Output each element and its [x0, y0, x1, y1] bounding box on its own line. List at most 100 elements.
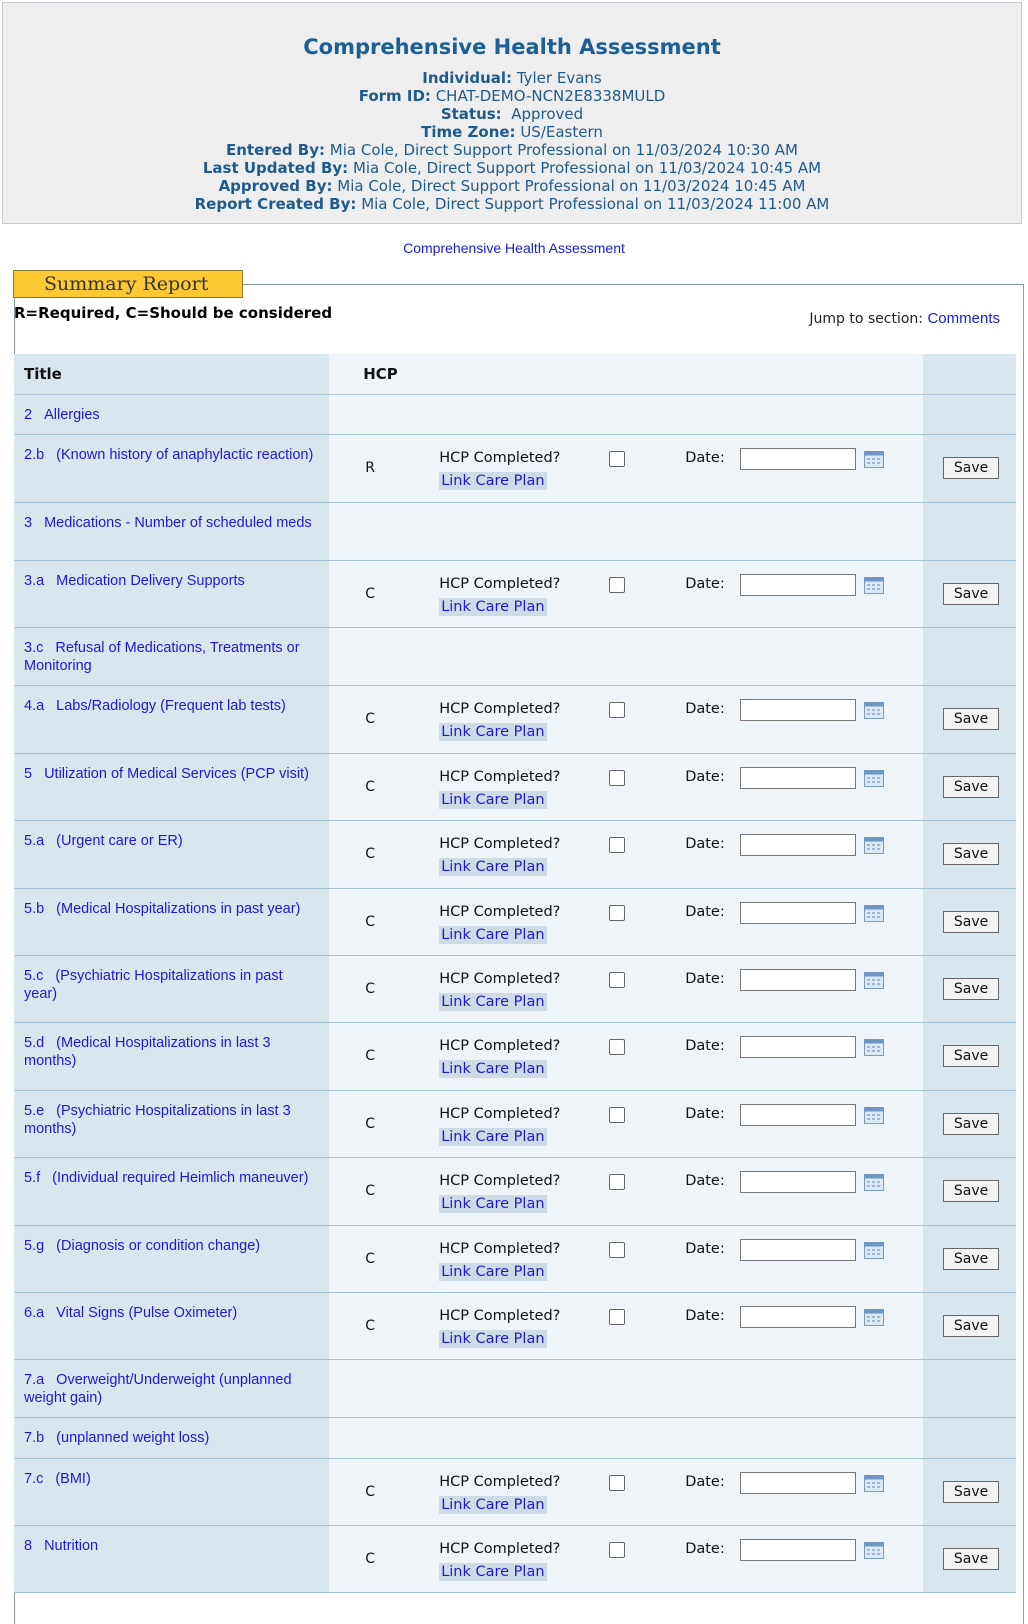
comments-link[interactable]: Comments [927, 310, 1000, 327]
row-title[interactable]: 2.b (Known history of anaphylactic reacti… [14, 435, 329, 464]
hcp-completed-checkbox[interactable] [609, 1242, 626, 1258]
hcp-completed-checkbox[interactable] [609, 1542, 626, 1558]
row-title[interactable]: 5.g (Diagnosis or condition change) [14, 1226, 329, 1255]
row-title[interactable]: 8 Nutrition [14, 1526, 329, 1555]
hcp-completed-checkbox[interactable] [609, 905, 626, 921]
link-care-plan-link[interactable]: Link Care Plan [439, 1330, 547, 1348]
status-value: Approved [511, 105, 584, 123]
hcp-completed-checkbox[interactable] [609, 770, 626, 786]
link-care-plan-link[interactable]: Link Care Plan [439, 1496, 547, 1514]
row-title[interactable]: 5.f (Individual required Heimlich maneuve… [14, 1158, 329, 1187]
row-title-text: Nutrition [44, 1538, 99, 1554]
link-care-plan-link[interactable]: Link Care Plan [439, 791, 547, 809]
row-title[interactable]: 5.b (Medical Hospitalizations in past yea… [14, 889, 329, 918]
date-input[interactable] [740, 1036, 857, 1058]
hcp-completed-checkbox[interactable] [609, 577, 626, 593]
calendar-icon[interactable] [864, 1541, 885, 1559]
date-input[interactable] [740, 834, 857, 856]
hcp-completed-checkbox[interactable] [609, 1309, 626, 1325]
calendar-icon[interactable] [864, 1308, 885, 1326]
calendar-icon[interactable] [864, 769, 885, 787]
calendar-icon[interactable] [864, 450, 885, 468]
date-input[interactable] [740, 1472, 857, 1494]
date-input[interactable] [740, 1239, 857, 1261]
row-title[interactable]: 5.c (Psychiatric Hospitalizations in past… [14, 956, 329, 1003]
link-care-plan-link[interactable]: Link Care Plan [439, 858, 547, 876]
save-button[interactable]: Save [943, 843, 1000, 865]
calendar-icon[interactable] [864, 904, 885, 922]
row-title[interactable]: 4.a Labs/Radiology (Frequent lab tests) [14, 686, 329, 715]
calendar-icon[interactable] [864, 836, 885, 854]
hcp-completed-checkbox[interactable] [609, 1107, 626, 1123]
row-title[interactable]: 3.a Medication Delivery Supports [14, 561, 329, 590]
calendar-icon[interactable] [864, 1173, 885, 1191]
hcp-completed-checkbox[interactable] [609, 1039, 626, 1055]
row-title[interactable]: 5.e (Psychiatric Hospitalizations in last… [14, 1091, 329, 1138]
calendar-icon[interactable] [864, 971, 885, 989]
save-button[interactable]: Save [943, 978, 1000, 1000]
calendar-icon[interactable] [864, 1241, 885, 1259]
row-title[interactable]: 7.c (BMI) [14, 1459, 329, 1488]
hcp-completed-label: HCP Completed? [439, 1173, 561, 1189]
link-care-plan-link[interactable]: Link Care Plan [439, 723, 547, 741]
row-title[interactable]: 7.a Overweight/Underweight (unplanned wei… [14, 1360, 329, 1407]
hcp-completed-checkbox[interactable] [609, 972, 626, 988]
date-input[interactable] [740, 574, 857, 596]
table-row: 4.a Labs/Radiology (Frequent lab tests) C H… [14, 685, 1016, 754]
row-title[interactable]: 2 Allergies [14, 395, 329, 424]
link-care-plan-link[interactable]: Link Care Plan [439, 926, 547, 944]
date-input[interactable] [740, 1539, 857, 1561]
date-input[interactable] [740, 1306, 857, 1328]
hcp-completed-checkbox[interactable] [609, 1475, 626, 1491]
link-care-plan-link[interactable]: Link Care Plan [439, 993, 547, 1011]
hcp-completed-checkbox[interactable] [609, 837, 626, 853]
calendar-icon[interactable] [864, 1474, 885, 1492]
date-label: Date: [685, 836, 725, 852]
date-input[interactable] [740, 699, 857, 721]
row-title[interactable]: 3 Medications - Number of scheduled meds [14, 503, 329, 532]
link-care-plan-link[interactable]: Link Care Plan [439, 1195, 547, 1213]
calendar-icon[interactable] [864, 1106, 885, 1124]
save-button[interactable]: Save [943, 457, 1000, 479]
save-button[interactable]: Save [943, 776, 1000, 798]
date-input[interactable] [740, 1171, 857, 1193]
hcp-completed-checkbox[interactable] [609, 702, 626, 718]
link-care-plan-link[interactable]: Link Care Plan [439, 472, 547, 490]
hcp-completed-checkbox[interactable] [609, 451, 626, 467]
date-input[interactable] [740, 969, 857, 991]
link-care-plan-link[interactable]: Link Care Plan [439, 1563, 547, 1581]
date-input[interactable] [740, 1104, 857, 1126]
date-input[interactable] [740, 902, 857, 924]
calendar-icon[interactable] [864, 1038, 885, 1056]
calendar-icon[interactable] [864, 701, 885, 719]
date-input[interactable] [740, 767, 857, 789]
date-label: Date: [685, 1173, 725, 1189]
hcp-completed-label: HCP Completed? [439, 904, 561, 920]
save-button[interactable]: Save [943, 1248, 1000, 1270]
calendar-icon[interactable] [864, 576, 885, 594]
link-care-plan-link[interactable]: Link Care Plan [439, 598, 547, 616]
form-title-link[interactable]: Comprehensive Health Assessment [0, 240, 1028, 256]
save-button[interactable]: Save [943, 1180, 1000, 1202]
save-button[interactable]: Save [943, 1481, 1000, 1503]
row-title[interactable]: 5.a (Urgent care or ER) [14, 821, 329, 850]
save-button[interactable]: Save [943, 1315, 1000, 1337]
link-care-plan-link[interactable]: Link Care Plan [439, 1263, 547, 1281]
date-input[interactable] [740, 448, 857, 470]
link-care-plan-link[interactable]: Link Care Plan [439, 1060, 547, 1078]
save-button[interactable]: Save [943, 911, 1000, 933]
row-title[interactable]: 5.d (Medical Hospitalizations in last 3 m… [14, 1023, 329, 1070]
row-title[interactable]: 6.a Vital Signs (Pulse Oximeter) [14, 1293, 329, 1322]
row-title[interactable]: 7.b (unplanned weight loss) [14, 1418, 329, 1447]
date-label: Date: [685, 1241, 725, 1257]
link-care-plan-link[interactable]: Link Care Plan [439, 1128, 547, 1146]
hcp-value: C [365, 1484, 375, 1500]
row-title[interactable]: 5 Utilization of Medical Services (PCP vi… [14, 754, 329, 783]
save-button[interactable]: Save [943, 1113, 1000, 1135]
row-title[interactable]: 3.c Refusal of Medications, Treatments or… [14, 628, 329, 675]
save-button[interactable]: Save [943, 1548, 1000, 1570]
save-button[interactable]: Save [943, 1045, 1000, 1067]
save-button[interactable]: Save [943, 583, 1000, 605]
save-button[interactable]: Save [943, 708, 1000, 730]
hcp-completed-checkbox[interactable] [609, 1174, 626, 1190]
